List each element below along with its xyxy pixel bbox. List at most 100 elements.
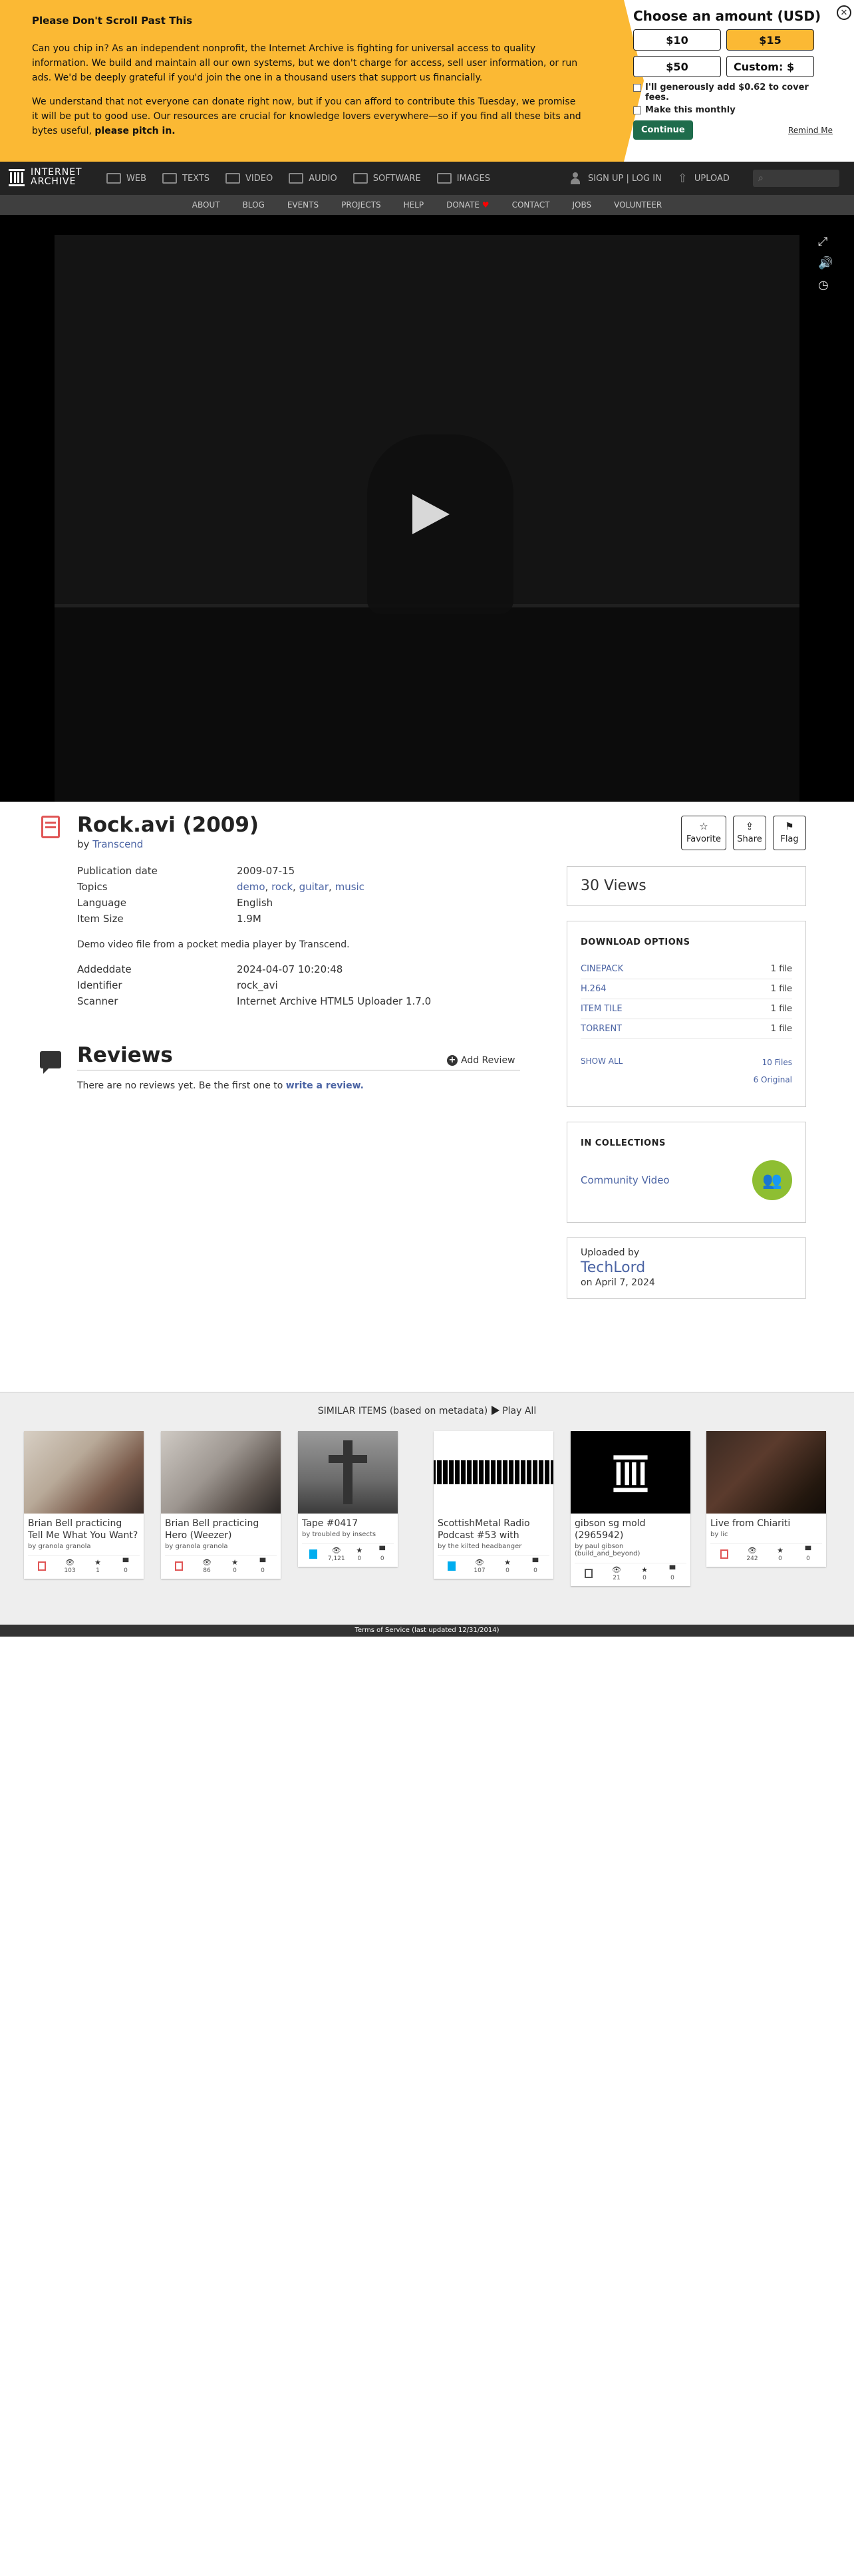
tile-creator: by paul gibson (build_and_beyond)	[575, 1543, 640, 1557]
search-icon: ⌕	[758, 173, 764, 184]
subnav-projects[interactable]: PROJECTS	[341, 200, 380, 210]
star-icon: ★	[231, 1558, 238, 1567]
subnav-about[interactable]: ABOUT	[192, 200, 220, 210]
download-item-tile-link[interactable]: ITEM TILE	[581, 1004, 623, 1014]
item-thumbnail[interactable]	[298, 1431, 398, 1514]
uploaded-by: Uploaded by TechLord on April 7, 2024	[567, 1237, 806, 1299]
topic-link[interactable]: demo	[237, 881, 265, 893]
clock-icon[interactable]: ◷	[818, 278, 829, 292]
tile-title[interactable]: gibson sg mold (2965942)	[571, 1514, 690, 1541]
add-review-button[interactable]: + Add Review	[447, 1055, 515, 1066]
banner-title: Please Don't Scroll Past This	[32, 15, 193, 27]
banner-text: Please Don't Scroll Past This Can you ch…	[32, 15, 584, 148]
favorite-button[interactable]: ☆ Favorite	[681, 816, 726, 850]
nav-video[interactable]: VIDEO	[225, 173, 273, 184]
tile-title[interactable]: Brian Bell practicing Tell Me What You W…	[24, 1514, 144, 1541]
uploader-link[interactable]: TechLord	[581, 1259, 792, 1276]
volume-icon[interactable]: 🔊	[818, 256, 833, 270]
similar-item-tile[interactable]: Tape #0417 by troubled by insects 👁 7,121…	[298, 1431, 398, 1567]
original-files-link[interactable]: 6 Original	[754, 1075, 792, 1084]
download-torrent-link[interactable]: TORRENT	[581, 1024, 622, 1034]
item-thumbnail[interactable]	[571, 1431, 690, 1514]
topic-link[interactable]: music	[335, 881, 364, 893]
play-all-link[interactable]: Play All	[502, 1406, 536, 1416]
nav-images[interactable]: IMAGES	[436, 173, 490, 184]
download-row: H.264 1 file	[581, 979, 792, 999]
nav-software[interactable]: SOFTWARE	[353, 173, 421, 184]
similar-item-tile[interactable]: Brian Bell practicing Tell Me What You W…	[24, 1431, 144, 1579]
top-navigation: INTERNET ARCHIVE WEB TEXTS VIDEO AUDIO S…	[0, 162, 854, 195]
similar-item-tile[interactable]: Live from Chiariti by lic 👁 242 ★ 0 ▀ 0	[706, 1431, 826, 1567]
publication-date-link[interactable]: 2009-07-15	[237, 865, 295, 881]
amount-50-button[interactable]: $50	[633, 56, 721, 77]
close-icon[interactable]: ✕	[837, 5, 851, 20]
similar-item-tile[interactable]: Brian Bell practicing Hero (Weezer) by g…	[161, 1431, 281, 1579]
fullscreen-icon[interactable]: ⤢	[818, 235, 827, 249]
tile-title[interactable]: Live from Chiariti	[706, 1514, 826, 1530]
play-icon[interactable]	[492, 1406, 500, 1415]
flag-icon: ⚑	[785, 820, 794, 832]
signup-login-link[interactable]: SIGN UP | LOG IN	[588, 174, 662, 184]
cover-fees-checkbox[interactable]	[633, 84, 641, 92]
play-icon[interactable]	[412, 494, 450, 534]
internet-archive-logo[interactable]: INTERNET ARCHIVE	[8, 167, 82, 187]
similar-item-tile[interactable]: gibson sg mold (2965942) by paul gibson …	[571, 1431, 690, 1586]
search-input[interactable]: ⌕	[753, 170, 839, 187]
comment-icon: ▀	[805, 1546, 811, 1555]
monthly-checkbox[interactable]	[633, 106, 641, 114]
all-files-link[interactable]: 10 Files	[762, 1058, 792, 1067]
remind-me-link[interactable]: Remind Me	[788, 126, 833, 135]
tile-title[interactable]: Tape #0417	[298, 1514, 398, 1530]
similar-item-tile[interactable]: ScottishMetal Radio Podcast #53 with by …	[434, 1431, 553, 1579]
topic-link[interactable]: rock	[271, 881, 293, 893]
tile-creator: by troubled by insects	[302, 1531, 376, 1538]
upload-link[interactable]: UPLOAD	[694, 174, 730, 184]
creator-link[interactable]: Transcend	[92, 838, 143, 850]
share-icon: ⇪	[745, 820, 754, 832]
download-options-title: DOWNLOAD OPTIONS	[581, 937, 690, 947]
item-thumbnail[interactable]	[706, 1431, 826, 1514]
download-cinepack-link[interactable]: CINEPACK	[581, 964, 623, 974]
community-video-link[interactable]: Community Video	[581, 1174, 670, 1186]
subnav-volunteer[interactable]: VOLUNTEER	[614, 200, 662, 210]
nav-web[interactable]: WEB	[106, 173, 146, 184]
subnav-jobs[interactable]: JOBS	[572, 200, 591, 210]
speaker-icon	[289, 173, 304, 184]
amount-10-button[interactable]: $10	[633, 29, 721, 51]
no-reviews-text: There are no reviews yet. Be the first o…	[77, 1080, 364, 1091]
item-thumbnail[interactable]	[161, 1431, 281, 1514]
item-thumbnail[interactable]	[434, 1431, 553, 1514]
nav-texts[interactable]: TEXTS	[162, 173, 210, 184]
subnav-blog[interactable]: BLOG	[243, 200, 265, 210]
tile-title[interactable]: ScottishMetal Radio Podcast #53 with	[434, 1514, 553, 1541]
custom-amount-input[interactable]: Custom: $	[726, 56, 814, 77]
subnav-donate[interactable]: DONATE ♥	[446, 200, 489, 210]
community-video-icon[interactable]: 👥	[752, 1160, 792, 1200]
language-link[interactable]: English	[237, 897, 273, 913]
write-review-link[interactable]: write a review.	[286, 1080, 364, 1091]
topic-link[interactable]: guitar	[299, 881, 329, 893]
monthly-option[interactable]: Make this monthly	[633, 105, 833, 115]
flag-button[interactable]: ⚑ Flag	[773, 816, 806, 850]
item-title: Rock.avi (2009)	[77, 813, 259, 837]
film-icon	[225, 173, 241, 184]
show-all-link[interactable]: SHOW ALL	[581, 1056, 623, 1088]
nav-audio[interactable]: AUDIO	[289, 173, 337, 184]
tile-title[interactable]: Brian Bell practicing Hero (Weezer)	[161, 1514, 281, 1541]
subnav-events[interactable]: EVENTS	[287, 200, 319, 210]
terms-of-service-link[interactable]: Terms of Service (last updated 12/31/201…	[0, 1625, 854, 1637]
video-player[interactable]: ⤢ 🔊 ◷	[0, 215, 854, 802]
eye-icon: 👁	[202, 1558, 212, 1567]
cover-fees-label: I'll generously add $0.62 to cover fees.	[645, 82, 809, 102]
cover-fees-option[interactable]: I'll generously add $0.62 to cover fees.	[633, 82, 833, 102]
tile-creator: by the kilted headbanger	[438, 1543, 522, 1550]
subnav-help[interactable]: HELP	[404, 200, 424, 210]
amount-15-button[interactable]: $15	[726, 29, 814, 51]
item-metadata: Publication date 2009-07-15 Topics demo, …	[77, 865, 529, 929]
item-thumbnail[interactable]	[24, 1431, 144, 1514]
continue-button[interactable]: Continue	[633, 120, 693, 140]
share-button[interactable]: ⇪ Share	[733, 816, 766, 850]
download-h264-link[interactable]: H.264	[581, 984, 607, 994]
download-row: ITEM TILE 1 file	[581, 999, 792, 1019]
subnav-contact[interactable]: CONTACT	[512, 200, 550, 210]
